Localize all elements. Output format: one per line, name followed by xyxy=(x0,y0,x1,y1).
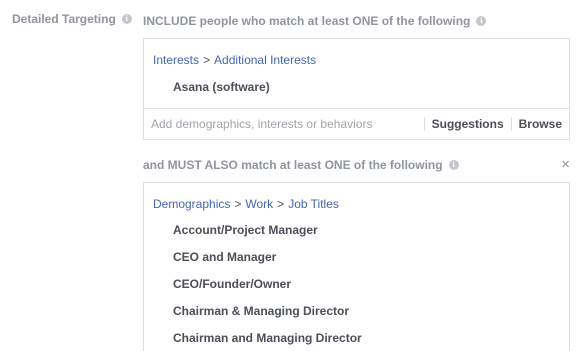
breadcrumb-separator: > xyxy=(203,53,211,67)
breadcrumb-link-demographics[interactable]: Demographics xyxy=(153,197,230,211)
targeting-search-row: Suggestions Browse xyxy=(144,108,569,139)
must-also-heading-group: and MUST ALSO match at least ONE of the … xyxy=(143,158,459,172)
breadcrumb-link-work[interactable]: Work xyxy=(245,197,273,211)
breadcrumb-separator: > xyxy=(234,197,242,211)
breadcrumb-link-interests[interactable]: Interests xyxy=(153,53,199,67)
must-also-box: Demographics > Work > Job Titles Account… xyxy=(143,182,570,351)
targeting-item[interactable]: Account/Project Manager xyxy=(144,223,362,250)
suggestions-button[interactable]: Suggestions xyxy=(425,117,511,131)
include-heading-group: INCLUDE people who match at least ONE of… xyxy=(143,14,487,28)
must-also-breadcrumb: Demographics > Work > Job Titles xyxy=(144,197,339,211)
breadcrumb-link-job-titles[interactable]: Job Titles xyxy=(288,197,339,211)
close-icon[interactable]: × xyxy=(561,157,570,173)
detailed-targeting-label-group: Detailed Targeting i xyxy=(12,12,132,26)
job-title-list: Account/Project Manager CEO and Manager … xyxy=(144,223,362,351)
targeting-item[interactable]: CEO/Founder/Owner xyxy=(144,277,362,304)
detailed-targeting-label: Detailed Targeting xyxy=(12,12,116,26)
breadcrumb-separator: > xyxy=(277,197,285,211)
must-also-heading: and MUST ALSO match at least ONE of the … xyxy=(143,158,443,172)
targeting-item[interactable]: Asana (software) xyxy=(144,80,270,94)
targeting-search-input[interactable] xyxy=(144,113,424,135)
browse-button[interactable]: Browse xyxy=(512,117,569,131)
info-icon[interactable]: i xyxy=(121,14,132,24)
targeting-item[interactable]: CEO and Manager xyxy=(144,250,362,277)
detailed-targeting-panel: Detailed Targeting i INCLUDE people who … xyxy=(0,0,580,351)
targeting-item[interactable]: Chairman & Managing Director xyxy=(144,304,362,331)
breadcrumb-link-additional-interests[interactable]: Additional Interests xyxy=(214,53,316,67)
info-icon[interactable]: i xyxy=(448,160,459,170)
include-box: Interests > Additional Interests Asana (… xyxy=(143,38,570,140)
include-heading: INCLUDE people who match at least ONE of… xyxy=(143,14,471,28)
include-breadcrumb: Interests > Additional Interests xyxy=(144,53,316,67)
targeting-item[interactable]: Chairman and Managing Director xyxy=(144,331,362,351)
info-icon[interactable]: i xyxy=(476,16,487,26)
